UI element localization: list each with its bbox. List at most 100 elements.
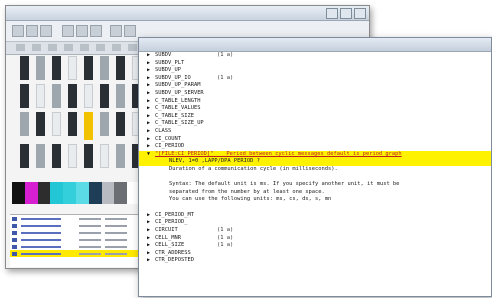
expand-triangle-icon[interactable]: ▶ (147, 67, 155, 75)
toolbar-icon[interactable] (90, 25, 102, 37)
keyword-name: CI_COUNT (155, 135, 181, 142)
color-strip (12, 182, 140, 204)
expand-triangle-icon[interactable]: ▼ (147, 151, 155, 159)
color-swatch (75, 182, 89, 204)
toolbar-icon[interactable] (110, 25, 122, 37)
keyword-name: CI_PERIOD (155, 143, 185, 150)
image-grid-row (10, 84, 150, 108)
expand-triangle-icon[interactable]: ▶ (147, 113, 155, 121)
expand-triangle-icon[interactable]: ▶ (147, 120, 155, 128)
keyword-row[interactable]: ▶ CI_PERIOD_MT (147, 212, 487, 220)
expand-triangle-icon[interactable]: ▶ (147, 250, 155, 258)
maximize-button[interactable] (340, 8, 352, 19)
expand-triangle-icon[interactable]: ▶ (147, 227, 155, 235)
selected-keyword-header[interactable]: "[FILE:CI_PERIOD]" Period between cyclic… (155, 151, 402, 159)
keyword-row[interactable]: ▶ CTR_ADDRESS (147, 250, 487, 258)
keyword-name: CELL_SIZE (155, 242, 185, 249)
keyword-row[interactable]: ▶ SUBDV_UP (147, 67, 487, 75)
list-item[interactable] (10, 229, 145, 236)
toolbar-icon[interactable] (40, 25, 52, 37)
keyword-type: (1 a) (217, 227, 234, 234)
keyword-name: CI_PERIOD_ (155, 219, 188, 226)
expand-triangle-icon[interactable]: ▶ (147, 75, 155, 83)
window-controls (326, 8, 366, 19)
keyword-tree: ▶ SUBDV (1 a) ▶ SUBDV_PLT ▶ SUBDV_UP ▶ SUBDV_UP_… (139, 52, 491, 296)
color-swatch (37, 182, 51, 204)
keyword-row[interactable]: ▶ SUBDV_PLT (147, 60, 487, 68)
minimize-button[interactable] (326, 8, 338, 19)
keyword-description: Duration of a communication cycle (in mi… (147, 166, 487, 212)
keyword-name: SUBDV_UP_PARAM (155, 82, 201, 89)
keyword-row[interactable]: ▶ C_TABLE_LENGTH (147, 98, 487, 106)
keyword-row[interactable]: ▶ C_TABLE_SIZE_UP (147, 120, 487, 128)
keyword-row[interactable]: ▶ CELL_SIZE (1 a) (147, 242, 487, 250)
expand-triangle-icon[interactable]: ▶ (147, 98, 155, 106)
lower-list (10, 214, 145, 267)
expand-triangle-icon[interactable]: ▶ (147, 52, 155, 60)
expand-triangle-icon[interactable]: ▶ (147, 128, 155, 136)
color-swatch (50, 182, 64, 204)
keyword-row[interactable]: ▶ CIRCUIT (1 a) (147, 227, 487, 235)
keyword-name: C_TABLE_LENGTH (155, 97, 201, 104)
description-line: Syntax: The default unit is ms. If you s… (169, 181, 400, 188)
keyword-row[interactable]: ▶ SUBDV_UP_SERVER (147, 90, 487, 98)
keyword-name: CTR_DEPOSTED (155, 257, 194, 264)
keyword-type: (1 a) (217, 74, 234, 81)
foreground-window: ▶ SUBDV (1 a) ▶ SUBDV_PLT ▶ SUBDV_UP ▶ SUBDV_UP_… (138, 37, 492, 297)
color-swatch (114, 182, 128, 204)
list-item[interactable] (10, 222, 145, 229)
color-swatch (88, 182, 102, 204)
image-grid-row (10, 112, 150, 140)
keyword-row[interactable]: ▶ CLASS (147, 128, 487, 136)
keyword-name: SUBDV_UP_IO (155, 74, 191, 81)
keyword-name: CI_PERIOD_MT (155, 211, 194, 218)
expand-triangle-icon[interactable]: ▶ (147, 212, 155, 220)
keyword-row[interactable]: ▶ CELL_MNR (1 a) (147, 235, 487, 243)
expand-triangle-icon[interactable]: ▶ (147, 105, 155, 113)
toolbar-icon[interactable] (12, 25, 24, 37)
keyword-row[interactable]: ▶ SUBDV_UP_IO (1 a) (147, 75, 487, 83)
expand-triangle-icon[interactable]: ▶ (147, 82, 155, 90)
color-swatch (24, 182, 38, 204)
keyword-name: CELL_MNR (155, 234, 181, 241)
keyword-name: C_TABLE_SIZE (155, 112, 194, 119)
keyword-name: CTR_ADDRESS (155, 249, 191, 256)
list-item-selected[interactable] (10, 250, 145, 257)
selected-keyword-sub: NLEV, 1=0 ,LAPP/DPA PERIOD ? (169, 158, 260, 165)
expand-triangle-icon[interactable]: ▶ (147, 235, 155, 243)
keyword-row[interactable]: ▶ CTR_DEPOSTED (147, 257, 487, 265)
toolbar-icon[interactable] (124, 25, 136, 37)
description-line: You can use the following units: ms, cs,… (169, 196, 332, 203)
description-line (147, 174, 487, 182)
keyword-row[interactable]: ▶ CI_PERIOD_ (147, 219, 487, 227)
keyword-row[interactable]: ▶ C_TABLE_SIZE (147, 113, 487, 121)
expand-triangle-icon[interactable]: ▶ (147, 60, 155, 68)
keyword-row[interactable]: ▶ CI_COUNT (147, 136, 487, 144)
list-item[interactable] (10, 236, 145, 243)
color-swatch (12, 182, 25, 204)
keyword-type: (1 a) (217, 234, 234, 241)
keyword-row[interactable]: ▶ C_TABLE_VALUES (147, 105, 487, 113)
keyword-type: (1 a) (217, 52, 234, 58)
color-swatch (63, 182, 76, 204)
keyword-name: SUBDV_PLT (155, 59, 185, 66)
toolbar-icon[interactable] (26, 25, 38, 37)
close-button[interactable] (354, 8, 366, 19)
description-line: Duration of a communication cycle (in mi… (169, 165, 338, 172)
keyword-row[interactable]: ▶ SUBDV_UP_PARAM (147, 82, 487, 90)
list-item[interactable] (10, 215, 145, 222)
list-item[interactable] (10, 243, 145, 250)
expand-triangle-icon[interactable]: ▶ (147, 219, 155, 227)
keyword-type: (1 a) (217, 242, 234, 249)
toolbar-icon[interactable] (62, 25, 74, 37)
keyword-row[interactable]: ▶ CI_PERIOD (147, 143, 487, 151)
expand-triangle-icon[interactable]: ▶ (147, 143, 155, 151)
expand-triangle-icon[interactable]: ▶ (147, 136, 155, 144)
background-title-bar (6, 6, 369, 21)
expand-triangle-icon[interactable]: ▶ (147, 242, 155, 250)
expand-triangle-icon[interactable]: ▶ (147, 257, 155, 265)
toolbar-icon[interactable] (76, 25, 88, 37)
expand-triangle-icon[interactable]: ▶ (147, 90, 155, 98)
keyword-row[interactable]: ▶ SUBDV (1 a) (147, 52, 487, 60)
selected-keyword-block[interactable]: ▼ "[FILE:CI_PERIOD]" Period between cycli… (139, 150, 491, 166)
